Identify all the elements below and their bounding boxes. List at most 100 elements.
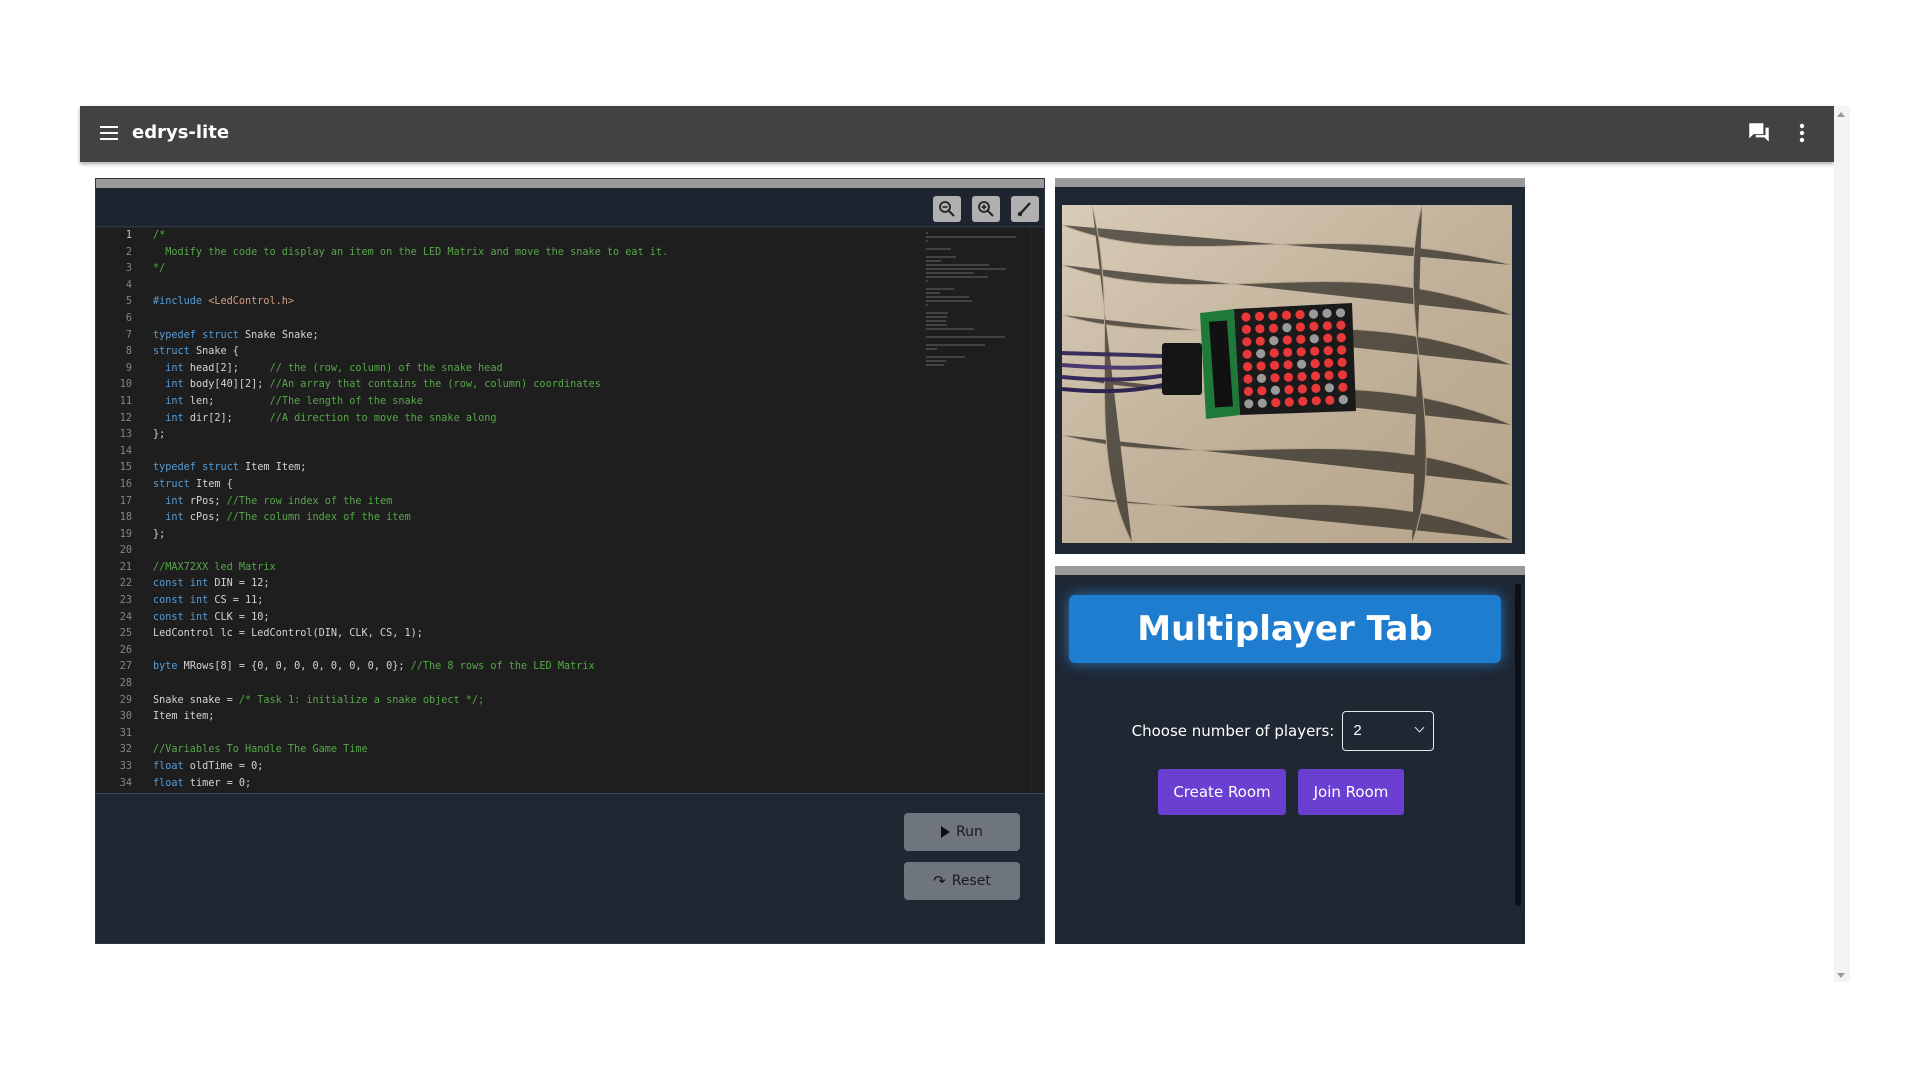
minimap-line (926, 296, 969, 298)
players-select[interactable]: 2 (1342, 711, 1435, 751)
code-editor-module: 1 2 3 4 5 6 7 8 9 10 11 12 13 14 15 16 17 18 19 20 21 22 23 24 2… (95, 178, 1045, 944)
app-window: edrys-lite 1 2 3 4 5 6 7 8 9 10 11 12 13 14 15 16 17 18 19… (80, 106, 1850, 982)
minimap-line (926, 268, 1007, 270)
line-number: 28 (119, 678, 132, 690)
led-dot (1269, 336, 1279, 346)
line-number: 10 (119, 379, 132, 391)
create-room-button[interactable]: Create Room (1158, 769, 1286, 815)
line-number: 16 (119, 478, 132, 490)
code-line[interactable] (153, 311, 953, 328)
led-dot (1256, 373, 1267, 383)
code-line[interactable]: }; (153, 427, 953, 444)
led-dot (1282, 323, 1292, 333)
menu-icon[interactable] (98, 122, 120, 146)
led-dot (1243, 386, 1253, 396)
code-line[interactable]: const int CS = 11; (153, 593, 953, 610)
code-line[interactable] (153, 543, 953, 560)
minimap-line (926, 364, 944, 366)
code-line[interactable] (153, 676, 953, 693)
minimap-line (926, 276, 988, 278)
led-dot (1255, 336, 1265, 346)
led-dot (1242, 337, 1252, 347)
code-line[interactable]: Item item; (153, 709, 953, 726)
line-number: 9 (125, 362, 132, 374)
code-line[interactable]: #include <LedControl.h> (153, 294, 953, 311)
code-line[interactable]: struct Item { (153, 477, 953, 494)
line-number: 27 (119, 661, 132, 673)
code-minimap[interactable] (926, 232, 1016, 582)
reset-button[interactable]: ↷ Reset (904, 862, 1020, 900)
minimap-line (926, 248, 952, 250)
minimap-line (926, 356, 965, 358)
code-line[interactable]: int head[2]; // the (row, column) of the… (153, 361, 953, 378)
code-line[interactable]: LedControl lc = LedControl(DIN, CLK, CS,… (153, 626, 953, 643)
led-dot (1257, 386, 1267, 396)
code-line[interactable]: float oldTime = 0; (153, 759, 953, 776)
code-line[interactable]: struct Snake { (153, 344, 953, 361)
run-button[interactable]: Run (904, 813, 1020, 851)
chevron-down-icon (1414, 722, 1425, 733)
led-dot (1283, 372, 1294, 382)
led-dot (1269, 348, 1279, 358)
code-line[interactable]: int dir[2]; //A direction to move the sn… (153, 411, 953, 428)
code-line[interactable]: int len; //The length of the snake (153, 394, 953, 411)
minimap-line (926, 316, 947, 318)
brush-icon[interactable] (1011, 196, 1039, 222)
zoom-in-icon[interactable] (972, 196, 1000, 222)
led-dot (1310, 359, 1320, 369)
code-line[interactable] (153, 643, 953, 660)
led-dot (1256, 349, 1266, 359)
code-line[interactable]: Snake snake = /* Task 1: initialize a sn… (153, 693, 953, 710)
editor-scrollbar[interactable] (1030, 228, 1044, 793)
chat-icon[interactable] (1746, 120, 1772, 146)
players-label: Choose number of players: (1131, 722, 1335, 740)
line-number: 20 (119, 545, 132, 557)
code-line[interactable] (153, 278, 953, 295)
code-line[interactable] (153, 726, 953, 743)
code-line[interactable]: const int DIN = 12; (153, 576, 953, 593)
led-dot (1271, 398, 1281, 408)
minimap-line (926, 336, 1006, 338)
led-dot (1298, 396, 1308, 406)
code-line[interactable] (153, 444, 953, 461)
code-line[interactable]: Modify the code to display an item on th… (153, 245, 953, 262)
multiplayer-scrollbar[interactable] (1515, 584, 1521, 906)
led-dot (1338, 395, 1348, 405)
led-dot (1323, 346, 1333, 356)
code-line[interactable]: const int CLK = 10; (153, 610, 953, 627)
scroll-up-icon[interactable] (1837, 112, 1845, 117)
code-editor[interactable]: 1 2 3 4 5 6 7 8 9 10 11 12 13 14 15 16 17 18 19 20 21 22 23 24 2… (96, 228, 1044, 793)
led-dot (1324, 370, 1334, 380)
code-line[interactable]: //MAX72XX led Matrix (153, 560, 953, 577)
minimap-line (926, 288, 954, 290)
code-line[interactable]: typedef struct Snake Snake; (153, 328, 953, 345)
code-line[interactable]: byte MRows[8] = {0, 0, 0, 0, 0, 0, 0, 0}… (153, 659, 953, 676)
led-dot (1243, 362, 1253, 372)
code-line[interactable]: int rPos; //The row index of the item (153, 494, 953, 511)
code-line[interactable]: //Variables To Handle The Game Time (153, 742, 953, 759)
code-line[interactable]: typedef struct Item Item; (153, 460, 953, 477)
more-vert-icon[interactable] (1792, 120, 1812, 146)
code-line[interactable]: int cPos; //The column index of the item (153, 510, 953, 527)
module-header (1055, 566, 1525, 575)
led-dot (1297, 384, 1307, 394)
line-number: 1 (125, 230, 132, 241)
line-number: 13 (119, 429, 132, 441)
scroll-down-icon[interactable] (1837, 973, 1845, 978)
page-scrollbar[interactable] (1834, 106, 1850, 982)
code-line[interactable]: float timer = 0; (153, 776, 953, 793)
code-line[interactable]: int body[40][2]; //An array that contain… (153, 377, 953, 394)
join-room-button[interactable]: Join Room (1298, 769, 1404, 815)
led-dot (1295, 322, 1305, 332)
module-header (96, 179, 1044, 188)
minimap-line (926, 280, 929, 282)
code-line[interactable]: }; (153, 527, 953, 544)
led-dot (1337, 345, 1347, 355)
line-number: 31 (119, 727, 132, 739)
output-scrollbar[interactable] (1032, 800, 1038, 937)
zoom-out-icon[interactable] (933, 196, 961, 222)
code-line[interactable]: */ (153, 261, 953, 278)
line-number: 22 (119, 578, 132, 590)
code-lines[interactable]: /* Modify the code to display an item on… (153, 228, 953, 792)
code-line[interactable]: /* (153, 228, 953, 245)
